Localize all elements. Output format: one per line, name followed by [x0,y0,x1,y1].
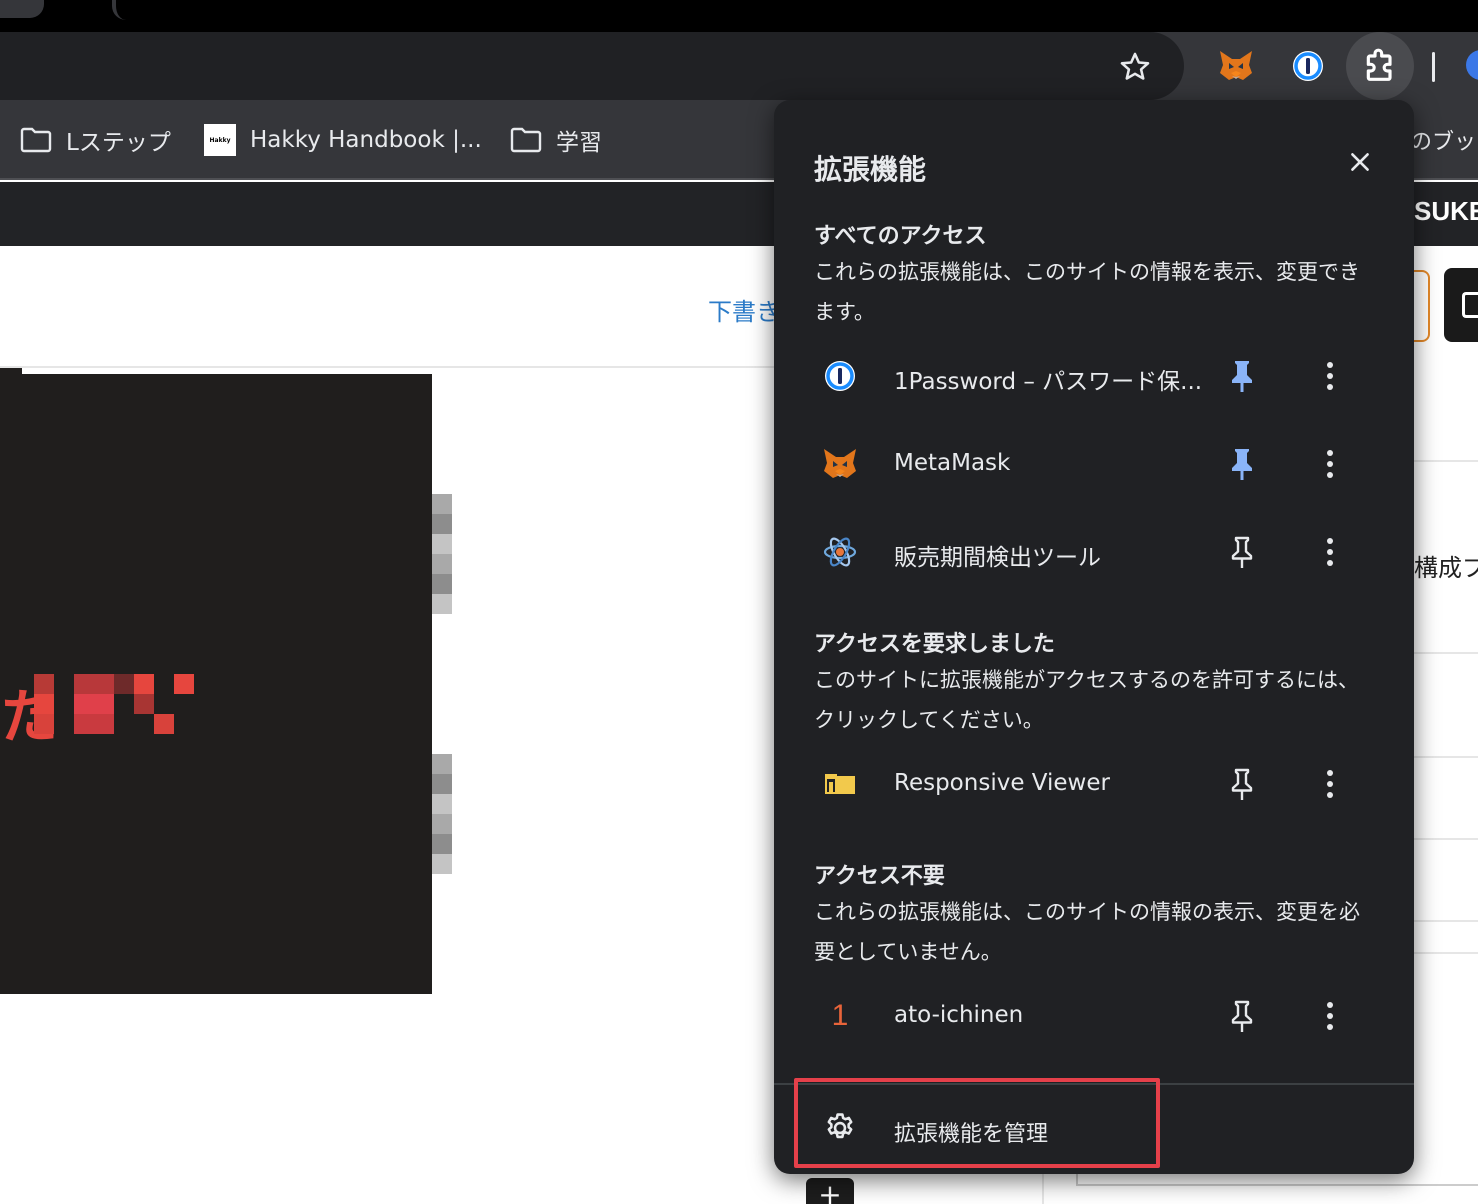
atom-icon [822,534,858,570]
tab-strip [0,0,1478,32]
section-title-full-access: すべてのアクセス [814,224,987,249]
folder-icon [20,127,52,153]
pixel-block [154,714,174,734]
extension-name: 1Password – パスワード保... [894,369,1203,395]
section-desc-full-access: これらの拡張機能は、このサイトの情報を表示、変更できます。 [814,260,1360,324]
bookmark-label: Lステップ [66,130,171,156]
section-desc-no-access: これらの拡張機能は、このサイトの情報の表示、変更を必要としていません。 [814,900,1360,964]
pixel-block [34,714,54,734]
metamask-fox-icon[interactable] [1214,44,1258,88]
pin-icon[interactable] [1224,358,1260,394]
ato-ichinen-icon: 1 [831,999,849,1032]
pin-outline-icon[interactable] [1224,766,1260,802]
pin-outline-icon[interactable] [1224,534,1260,570]
onepassword-icon [822,358,858,394]
pixel-block [34,694,54,714]
site-brand[interactable]: SUKE [1414,196,1478,227]
extensions-popup: 拡張機能 すべてのアクセス これらの拡張機能は、このサイトの情報を表示、変更でき… [774,100,1414,1174]
add-block-button[interactable]: + [806,1178,854,1204]
extension-row-responsive-viewer[interactable]: Responsive Viewer [814,754,1374,814]
close-icon[interactable] [1342,144,1378,180]
pixel-block [174,674,194,694]
pixelated-region [432,494,452,614]
pixel-block [114,674,134,694]
divider [1414,838,1478,840]
popup-title: 拡張機能 [814,153,927,186]
sidebar-text: 構成ブ [1414,554,1478,582]
divider [1414,952,1478,954]
active-tab[interactable] [112,0,1478,20]
divider [1414,460,1478,462]
extension-name: MetaMask [894,450,1011,476]
pin-outline-icon[interactable] [1224,998,1260,1034]
puzzle-extensions-icon[interactable] [1346,32,1414,100]
dark-button[interactable] [1444,268,1478,342]
extension-row-1password[interactable]: 1Password – パスワード保... [814,346,1374,406]
more-options-icon[interactable] [1312,766,1348,802]
more-options-icon[interactable] [1312,446,1348,482]
browser-toolbar [0,32,1478,100]
pixel-block [74,674,114,694]
bookmark-folder-study[interactable]: 学習 [510,122,602,158]
bookmark-folder-lstep[interactable]: Lステップ [20,122,171,158]
other-bookmarks[interactable]: のブッ [1410,122,1476,158]
pixel-block [74,714,114,734]
extension-name: Responsive Viewer [894,770,1110,796]
more-options-icon[interactable] [1312,998,1348,1034]
manage-extensions-label: 拡張機能を管理 [894,1122,1049,1147]
manage-extensions-button[interactable]: 拡張機能を管理 [794,1078,1160,1168]
extension-row-ato-ichinen[interactable]: 1 ato-ichinen [814,986,1374,1046]
divider [1414,756,1478,758]
extension-row-sales-period[interactable]: 販売期間検出ツール [814,522,1374,582]
bookmark-hakky-handbook[interactable]: Hakky Hakky Handbook |... [204,122,482,158]
address-bar[interactable] [0,32,1184,100]
more-options-icon[interactable] [1312,534,1348,570]
divider [1414,652,1478,654]
pixel-block [34,674,54,694]
bookmark-label: 学習 [556,130,602,156]
folder-icon [510,127,542,153]
section-title-no-access: アクセス不要 [814,864,945,889]
plus-icon: + [818,1178,842,1204]
tab[interactable] [0,0,44,18]
bookmark-label: Hakky Handbook |... [250,127,482,153]
divider [1414,920,1478,922]
gear-icon [822,1110,858,1146]
pixelated-region [432,754,452,874]
extension-row-metamask[interactable]: MetaMask [814,434,1374,494]
eyecatch-image [0,374,432,994]
more-options-icon[interactable] [1312,358,1348,394]
responsive-viewer-icon [822,766,858,802]
hakky-favicon: Hakky [204,124,236,156]
metamask-fox-icon [822,446,858,482]
outlined-button[interactable] [1414,270,1430,342]
pin-icon[interactable] [1224,446,1260,482]
bookmark-star-icon[interactable] [1114,46,1156,88]
pixel-block [74,694,114,714]
onepassword-icon[interactable] [1286,44,1330,88]
extension-name: 販売期間検出ツール [894,545,1101,571]
draft-link[interactable]: 下書き [708,292,780,327]
section-title-requested: アクセスを要求しました [814,632,1055,657]
extension-name: ato-ichinen [894,1002,1024,1028]
pixel-block [134,694,154,714]
section-desc-requested: このサイトに拡張機能がアクセスするのを許可するには、クリックしてください。 [814,668,1359,732]
pixel-block [134,674,154,694]
toolbar-separator [1432,52,1435,82]
